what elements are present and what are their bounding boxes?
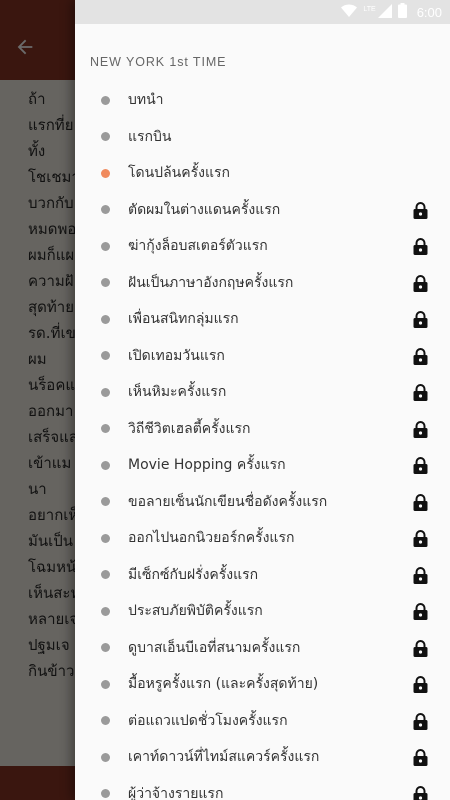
battery-icon (397, 2, 407, 22)
lock-icon (413, 201, 428, 219)
lock-icon (413, 530, 428, 547)
lock-icon (413, 785, 428, 800)
chapter-label: เปิดเทอมวันแรก (128, 347, 225, 364)
lock-icon (413, 420, 428, 438)
wifi-icon (341, 3, 358, 22)
status-bar: LTE 6:00 (0, 0, 450, 24)
chapter-label: ขอลายเซ็นนักเขียนชื่อดังครั้งแรก (128, 493, 328, 510)
chapter-dot-icon (101, 205, 110, 215)
chapter-label: ฆ่ากุ้งล็อบสเตอร์ตัวแรก (128, 238, 268, 255)
chapter-label: ต่อแถวแปดชั่วโมงครั้งแรก (128, 712, 288, 729)
lock-icon (413, 347, 428, 365)
chapter-drawer: NEW YORK 1st TIME บทนำแรกบินโดนปล้นครั้ง… (75, 0, 450, 800)
chapter-label: วิถีชีวิตเฮลตี้ครั้งแรก (128, 420, 251, 437)
chapter-item[interactable]: บทนำ (75, 82, 450, 119)
chapter-dot-icon (101, 95, 110, 105)
chapter-dot-icon (101, 387, 110, 397)
chapter-item[interactable]: ดูบาสเอ็นบีเอที่สนามครั้งแรก (75, 630, 450, 667)
lock-icon (413, 712, 428, 730)
chapter-item[interactable]: ฆ่ากุ้งล็อบสเตอร์ตัวแรก (75, 228, 450, 265)
chapter-dot-icon (101, 497, 110, 507)
chapter-dot-icon (101, 716, 110, 726)
chapter-label: มีเซ็กซ์กับฝรั่งครั้งแรก (128, 566, 259, 583)
lock-icon (413, 311, 428, 328)
lock-icon (413, 749, 428, 766)
lock-icon (413, 603, 428, 620)
chapter-label: ผู้ว่าจ้างรายแรก (128, 785, 224, 800)
chapter-label: เห็นหิมะครั้งแรก (128, 384, 227, 401)
chapter-dot-icon (101, 314, 110, 324)
chapter-dot-icon (101, 278, 110, 288)
chapter-dot-icon (101, 789, 110, 799)
lock-icon (413, 457, 428, 474)
chapter-item[interactable]: เห็นหิมะครั้งแรก (75, 374, 450, 411)
network-type-label: LTE (363, 5, 376, 13)
chapter-dot-icon (101, 570, 110, 580)
lock-icon (413, 238, 428, 255)
chapter-dot-icon (101, 643, 110, 653)
lock-icon (413, 676, 428, 693)
chapter-item[interactable]: เปิดเทอมวันแรก (75, 338, 450, 375)
chapter-item[interactable]: Movie Hopping ครั้งแรก (75, 447, 450, 484)
chapter-label: ประสบภัยพิบัติครั้งแรก (128, 603, 263, 620)
chapter-list: บทนำแรกบินโดนปล้นครั้งแรกตัดผมในต่างแดนค… (75, 82, 450, 800)
chapter-dot-icon (101, 606, 110, 616)
chapter-item[interactable]: ขอลายเซ็นนักเขียนชื่อดังครั้งแรก (75, 484, 450, 521)
chapter-item[interactable]: ประสบภัยพิบัติครั้งแรก (75, 593, 450, 630)
chapter-dot-icon (101, 533, 110, 543)
chapter-item[interactable]: ออกไปนอกนิวยอร์กครั้งแรก (75, 520, 450, 557)
lock-icon (413, 566, 428, 584)
chapter-label: Movie Hopping ครั้งแรก (128, 457, 286, 474)
chapter-dot-icon (101, 752, 110, 762)
chapter-item[interactable]: แรกบิน (75, 119, 450, 156)
chapter-item[interactable]: ผู้ว่าจ้างรายแรก (75, 776, 450, 800)
chapter-label: มื้อหรูครั้งแรก (และครั้งสุดท้าย) (128, 676, 319, 693)
chapter-label: แรกบิน (128, 128, 172, 145)
chapter-item[interactable]: มีเซ็กซ์กับฝรั่งครั้งแรก (75, 557, 450, 594)
chapter-dot-icon (101, 241, 110, 251)
chapter-dot-icon (101, 424, 110, 434)
lock-icon (413, 384, 428, 401)
chapter-dot-icon (101, 132, 110, 142)
chapter-label: ออกไปนอกนิวยอร์กครั้งแรก (128, 530, 295, 547)
chapter-item[interactable]: มื้อหรูครั้งแรก (และครั้งสุดท้าย) (75, 666, 450, 703)
lock-icon (413, 274, 428, 292)
chapter-item[interactable]: เคาท์ดาวน์ที่ไทม์สแควร์ครั้งแรก (75, 739, 450, 776)
chapter-label: เคาท์ดาวน์ที่ไทม์สแควร์ครั้งแรก (128, 749, 320, 766)
chapter-item[interactable]: ฝันเป็นภาษาอังกฤษครั้งแรก (75, 265, 450, 302)
chapter-dot-icon (101, 460, 110, 470)
chapter-label: ตัดผมในต่างแดนครั้งแรก (128, 201, 281, 218)
status-time: 6:00 (416, 4, 442, 20)
drawer-book-title: NEW YORK 1st TIME (90, 55, 227, 69)
chapter-dot-icon (101, 351, 110, 361)
chapter-label: ดูบาสเอ็นบีเอที่สนามครั้งแรก (128, 639, 301, 656)
chapter-item[interactable]: ต่อแถวแปดชั่วโมงครั้งแรก (75, 703, 450, 740)
chapter-label: เพื่อนสนิทกลุ่มแรก (128, 311, 239, 328)
chapter-item[interactable]: โดนปล้นครั้งแรก (75, 155, 450, 192)
cellular-icon (377, 3, 392, 22)
chapter-dot-icon (101, 679, 110, 689)
chapter-item[interactable]: ตัดผมในต่างแดนครั้งแรก (75, 192, 450, 229)
chapter-label: ฝันเป็นภาษาอังกฤษครั้งแรก (128, 274, 294, 291)
current-chapter-dot-icon (101, 168, 110, 178)
lock-icon (413, 639, 428, 657)
chapter-label: บทนำ (128, 92, 164, 109)
lock-icon (413, 493, 428, 511)
chapter-item[interactable]: เพื่อนสนิทกลุ่มแรก (75, 301, 450, 338)
chapter-item[interactable]: วิถีชีวิตเฮลตี้ครั้งแรก (75, 411, 450, 448)
chapter-label: โดนปล้นครั้งแรก (128, 165, 230, 182)
